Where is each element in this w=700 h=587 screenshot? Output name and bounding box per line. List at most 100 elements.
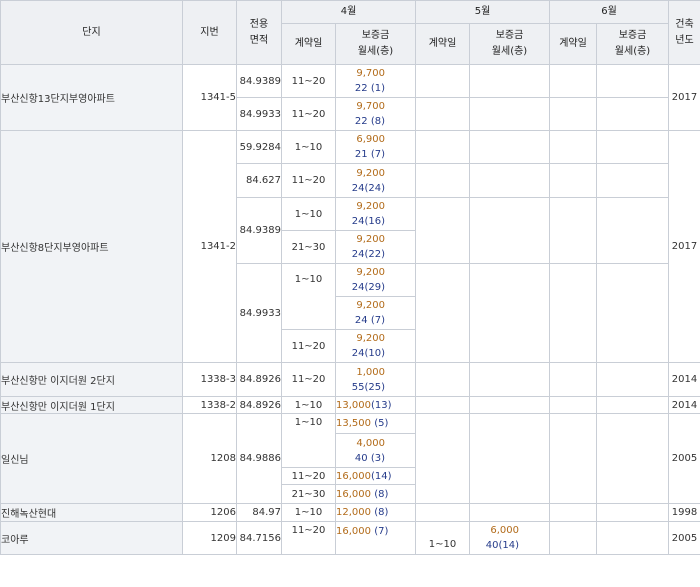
empty-cell	[415, 64, 470, 98]
deal-cell: 1,000 55(25)	[335, 362, 416, 397]
empty-cell	[549, 97, 597, 131]
empty-cell	[549, 197, 597, 264]
deal-cell: 16,000 (8)	[335, 484, 416, 504]
area-value: 84.8926	[236, 396, 282, 414]
deal-cell: 6,900 21 (7)	[335, 130, 416, 164]
area-value: 84.97	[236, 503, 282, 522]
deposit-value: 9,200	[356, 167, 385, 179]
floor-value: (10)	[364, 348, 385, 359]
contract-date: 11~20	[281, 97, 336, 131]
monthly-amount: 40	[485, 540, 499, 551]
empty-cell	[469, 130, 550, 164]
table-row: 진해녹산현대 1206 84.97 1~10 12,000 (8) 1998	[0, 503, 700, 522]
build-year: 1998	[668, 503, 700, 522]
empty-cell	[549, 362, 597, 397]
monthly-value: 24(24)	[337, 181, 415, 196]
empty-cell	[549, 413, 597, 504]
monthly-amount: 22	[354, 83, 368, 94]
complex-name: 부산신항만 이지더원 2단지	[0, 362, 183, 397]
empty-cell	[596, 130, 669, 164]
monthly-value: 24(22)	[337, 247, 415, 262]
col-area: 전용 면적	[236, 0, 282, 65]
floor-value: (14)	[371, 470, 392, 482]
deposit-value: 9,200	[356, 267, 385, 278]
empty-cell	[469, 362, 550, 397]
deposit-value: 12,000 (8)	[337, 505, 415, 520]
area-value: 84.7156	[236, 521, 282, 555]
empty-cell	[596, 396, 669, 414]
contract-date: 11~20	[281, 64, 336, 98]
empty-cell	[596, 503, 669, 522]
monthly-value: 40(14)	[471, 538, 549, 553]
contract-date: 1~10	[281, 197, 336, 231]
empty-cell	[596, 64, 669, 98]
build-year: 2017	[668, 64, 700, 131]
floor-value: (3)	[370, 452, 385, 464]
deal-cell: 9,200 24(10)	[335, 329, 416, 363]
deposit-value: 9,700	[356, 68, 385, 79]
deposit-amount: 13,500	[336, 418, 372, 429]
empty-cell	[415, 263, 470, 363]
floor-value: (8)	[374, 507, 389, 518]
col-contract-6: 계약일	[549, 23, 597, 65]
monthly-value: 24(16)	[337, 214, 415, 229]
empty-cell	[415, 130, 470, 164]
deal-cell: 16,000(14)	[335, 467, 416, 485]
monthly-label: 월세(층)	[614, 46, 651, 57]
empty-cell	[549, 503, 597, 522]
contract-date: 21~30	[281, 230, 336, 264]
empty-cell	[469, 163, 550, 198]
monthly-value: 24(29)	[337, 280, 415, 295]
deposit-value: 16,000 (8)	[337, 487, 415, 502]
deposit-amount: 16,000	[336, 526, 372, 537]
deal-cell: 9,200 24 (7)	[335, 296, 416, 330]
empty-cell	[596, 413, 669, 504]
deposit-value: 9,200	[356, 333, 385, 344]
monthly-label: 월세(층)	[491, 46, 528, 57]
deal-cell: 16,000 (7)	[335, 521, 416, 555]
area-value: 84.627	[236, 163, 282, 198]
empty-cell	[596, 97, 669, 131]
contract-date: 21~30	[281, 484, 336, 504]
deposit-value: 16,000 (7)	[336, 524, 415, 539]
col-lot: 지번	[182, 0, 237, 65]
floor-value: (5)	[374, 418, 389, 429]
deal-cell-may: 6,000 40(14)	[469, 521, 550, 555]
contract-date-may: 1~10	[415, 521, 470, 555]
floor-value: (22)	[364, 249, 385, 260]
year-line1: 건축	[675, 18, 694, 30]
monthly-amount: 40	[354, 452, 368, 464]
deposit-value: 9,200	[356, 234, 385, 245]
empty-cell	[596, 362, 669, 397]
table-row: 부산신항만 이지더원 2단지 1338-3 84.8926 11~20 1,00…	[0, 362, 700, 397]
contract-date: 1~10	[281, 396, 336, 414]
empty-cell	[415, 197, 470, 264]
area-value: 84.9933	[236, 97, 282, 131]
complex-name: 코아루	[0, 521, 183, 555]
col-month-4: 4월	[281, 0, 416, 24]
complex-name: 부산신항만 이지더원 1단지	[0, 396, 183, 414]
empty-cell	[596, 197, 669, 264]
rent-transactions-table: 단지 지번 전용 면적 4월 5월 6월 건축 년도 계약일 보증금 월세(층) 계약…	[0, 0, 700, 555]
floor-value: (7)	[374, 526, 389, 537]
monthly-value: 22 (1)	[337, 81, 415, 96]
deposit-value: 9,700	[356, 101, 385, 112]
area-value: 84.8926	[236, 362, 282, 397]
monthly-value: 21 (7)	[337, 147, 415, 162]
floor-value: (25)	[364, 381, 385, 393]
col-month-5: 5월	[415, 0, 550, 24]
empty-cell	[415, 413, 470, 504]
lot-number: 1208	[182, 413, 237, 504]
empty-cell	[469, 197, 550, 264]
deposit-value: 16,000(14)	[337, 469, 415, 484]
empty-cell	[596, 263, 669, 363]
empty-cell	[549, 263, 597, 363]
deposit-amount: 13,000	[336, 399, 372, 411]
deposit-label: 보증금	[618, 30, 647, 41]
empty-cell	[469, 413, 550, 504]
contract-date: 11~20	[281, 163, 336, 198]
area-line2: 면적	[249, 34, 269, 46]
deposit-label: 보증금	[495, 30, 524, 41]
empty-cell	[415, 362, 470, 397]
floor-value: (7)	[370, 149, 385, 160]
